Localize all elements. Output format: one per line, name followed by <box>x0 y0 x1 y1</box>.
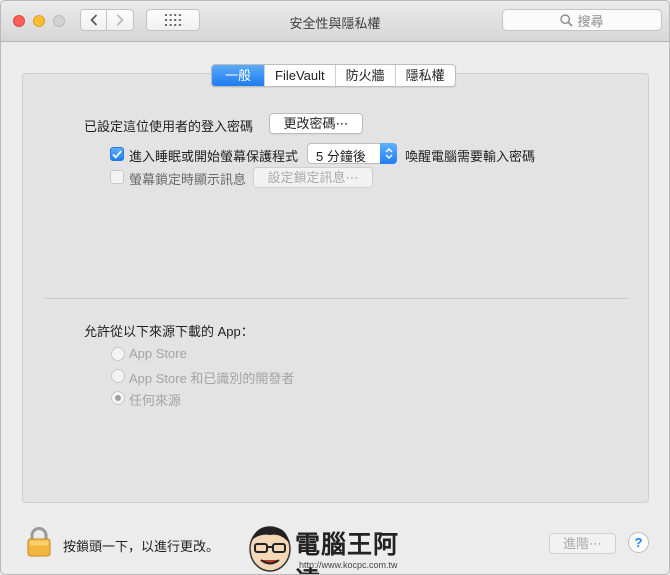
help-button[interactable]: ? <box>628 532 649 553</box>
preferences-window: 安全性與隱私權 搜尋 一般 FileVault 防火牆 隱私權 已設定這位使用者… <box>0 0 670 575</box>
search-placeholder: 搜尋 <box>577 13 604 29</box>
require-password-checkbox[interactable] <box>110 147 124 161</box>
radio-anywhere[interactable] <box>111 391 125 405</box>
password-set-label: 已設定這位使用者的登入密碼 <box>84 119 254 134</box>
lock-message-label: 螢幕鎖定時顯示訊息 <box>129 172 247 187</box>
tab-filevault[interactable]: FileVault <box>264 65 335 86</box>
updown-arrows-icon <box>380 143 397 164</box>
tab-firewall[interactable]: 防火牆 <box>334 65 395 86</box>
title-bar: 安全性與隱私權 搜尋 <box>1 1 669 42</box>
radio-anywhere-label: 任何來源 <box>129 393 182 408</box>
password-delay-value: 5 分鐘後 <box>316 149 366 164</box>
search-icon <box>560 13 574 27</box>
section-divider <box>45 298 628 299</box>
advanced-button[interactable]: 進階⋯ <box>549 533 616 554</box>
password-delay-select[interactable]: 5 分鐘後 <box>307 143 397 164</box>
tab-privacy[interactable]: 隱私權 <box>394 65 455 86</box>
require-password-label: 進入睡眠或開始螢幕保護程式 <box>129 149 299 164</box>
lock-icon[interactable] <box>27 527 51 560</box>
tab-bar: 一般 FileVault 防火牆 隱私權 <box>211 64 456 87</box>
set-lock-message-button[interactable]: 設定鎖定訊息⋯ <box>253 167 373 188</box>
watermark-url: http://www.kocpc.com.tw <box>299 560 398 570</box>
tab-general[interactable]: 一般 <box>212 65 265 86</box>
radio-app-store-identified[interactable] <box>111 369 125 383</box>
lock-message-checkbox[interactable] <box>110 170 124 184</box>
download-source-heading: 允許從以下來源下載的 App： <box>84 324 254 339</box>
search-field[interactable]: 搜尋 <box>502 9 662 31</box>
radio-app-store-label: App Store <box>129 346 187 361</box>
radio-selected-dot <box>115 395 121 401</box>
checkmark-icon <box>112 150 122 159</box>
change-password-button[interactable]: 更改密碼⋯ <box>269 113 363 134</box>
lock-instruction: 按鎖頭一下，以進行更改。 <box>63 539 220 554</box>
content-panel <box>22 73 649 503</box>
mascot-logo <box>249 526 291 572</box>
radio-app-store-identified-label: App Store 和已識別的開發者 <box>129 371 295 386</box>
watermark: 電腦王阿達 http://www.kocpc.com.tw <box>247 523 423 574</box>
radio-app-store[interactable] <box>111 347 125 361</box>
require-password-label-after: 喚醒電腦需要輸入密碼 <box>405 149 536 164</box>
